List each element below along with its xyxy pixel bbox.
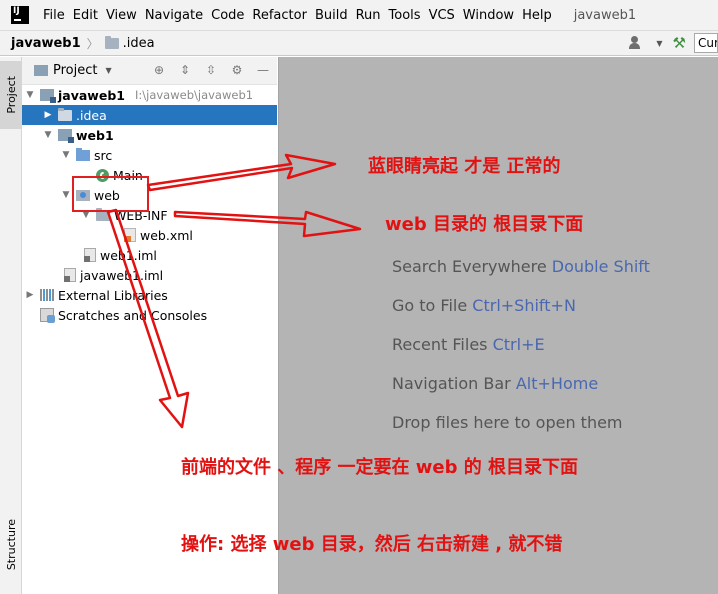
- project-view-icon: [34, 65, 48, 76]
- hint-drop-files: Drop files here to open them: [392, 413, 623, 432]
- editor-empty-area[interactable]: Search Everywhere Double Shift Go to Fil…: [278, 57, 718, 594]
- annotation-text-1: 蓝眼睛亮起 才是 正常的: [368, 156, 561, 177]
- tree-label: src: [94, 147, 113, 163]
- tree-label: web1.iml: [100, 247, 157, 263]
- menu-edit[interactable]: Edit: [73, 8, 98, 23]
- hint-shortcut: Ctrl+Shift+N: [472, 296, 576, 315]
- project-panel-header: Project ▼ ⊕ ⇕ ⇳ ⚙ —: [22, 57, 277, 85]
- left-tool-strip: Project Structure: [0, 57, 22, 594]
- project-view-label[interactable]: Project: [53, 63, 97, 78]
- menu-help[interactable]: Help: [522, 8, 552, 23]
- tree-label: Scratches and Consoles: [58, 307, 208, 323]
- tree-label: web.xml: [140, 227, 193, 243]
- folder-icon: [58, 107, 72, 121]
- chevron-down-icon[interactable]: ▼: [656, 39, 662, 48]
- tree-node-javaweb1[interactable]: ▼ javaweb1 I:\javaweb\javaweb1: [22, 85, 277, 105]
- hint-text: Search Everywhere: [392, 257, 547, 276]
- intellij-logo-icon: IJ: [11, 6, 29, 24]
- locate-icon[interactable]: ⊕: [151, 62, 167, 78]
- tree-node-web[interactable]: ▼ web: [22, 185, 277, 205]
- menu-build[interactable]: Build: [315, 8, 348, 23]
- project-panel: Project ▼ ⊕ ⇕ ⇳ ⚙ — ▼ javaweb1 I:\javawe…: [22, 57, 277, 594]
- tree-label: javaweb1.iml: [80, 267, 164, 283]
- menu-tools[interactable]: Tools: [389, 8, 421, 23]
- iml-file-icon: [84, 248, 96, 262]
- menu-file[interactable]: File: [43, 8, 65, 23]
- chevron-down-icon[interactable]: ▼: [105, 66, 111, 75]
- menu-window[interactable]: Window: [463, 8, 514, 23]
- library-icon: [40, 289, 54, 301]
- tree-label: javaweb1: [58, 87, 125, 103]
- menu-vcs[interactable]: VCS: [429, 8, 455, 23]
- tree-node-external-libraries[interactable]: ▶ External Libraries: [22, 285, 277, 305]
- tool-tab-structure[interactable]: Structure: [0, 507, 22, 583]
- tree-node-web1[interactable]: ▼ web1: [22, 125, 277, 145]
- folder-icon: [104, 35, 119, 49]
- tree-label: web1: [76, 127, 114, 143]
- panel-header-tools: ⊕ ⇕ ⇳ ⚙ —: [151, 62, 271, 78]
- tool-tab-project-label: Project: [4, 76, 18, 114]
- window-project-name: javaweb1: [573, 7, 637, 23]
- menu-navigate[interactable]: Navigate: [145, 8, 203, 23]
- annotation-highlight-box: [72, 176, 149, 212]
- source-folder-icon: [76, 147, 90, 161]
- expand-arrow-icon[interactable]: ▼: [60, 150, 72, 160]
- xml-file-icon: [124, 228, 136, 242]
- annotation-text-4: 操作: 选择 web 目录，然后 右击新建 , 就不错: [181, 534, 563, 555]
- hint-shortcut: Double Shift: [551, 257, 650, 276]
- tool-tab-project[interactable]: Project: [0, 61, 22, 129]
- menu-bar: IJ File Edit View Navigate Code Refactor…: [0, 0, 718, 30]
- tool-tab-structure-label: Structure: [4, 519, 18, 571]
- hint-shortcut: Alt+Home: [515, 374, 599, 393]
- hint-search-everywhere: Search Everywhere Double Shift: [392, 257, 650, 276]
- hint-go-to-file: Go to File Ctrl+Shift+N: [392, 296, 576, 315]
- collapse-arrow-icon[interactable]: ▶: [42, 110, 54, 120]
- hint-text: Go to File: [392, 296, 468, 315]
- hint-text: Drop files here to open them: [392, 413, 623, 432]
- tree-node-javaweb1-iml[interactable]: javaweb1.iml: [22, 265, 277, 285]
- gear-icon[interactable]: ⚙: [229, 62, 245, 78]
- menu-view[interactable]: View: [106, 8, 137, 23]
- annotation-text-2: web 目录的 根目录下面: [385, 214, 584, 235]
- tree-label: External Libraries: [58, 287, 168, 303]
- breadcrumb-idea[interactable]: .idea: [123, 36, 155, 51]
- menu-run[interactable]: Run: [356, 8, 381, 23]
- hint-text: Recent Files: [392, 335, 488, 354]
- tree-node-scratches[interactable]: Scratches and Consoles: [22, 305, 277, 325]
- iml-file-icon: [64, 268, 76, 282]
- menu-refactor[interactable]: Refactor: [252, 8, 307, 23]
- hint-text: Navigation Bar: [392, 374, 511, 393]
- module-folder-icon: [58, 129, 74, 143]
- user-icon[interactable]: [628, 34, 650, 52]
- build-hammer-icon[interactable]: ⚒: [673, 34, 686, 52]
- hint-recent-files: Recent Files Ctrl+E: [392, 335, 545, 354]
- expand-arrow-icon[interactable]: ▼: [60, 190, 72, 200]
- collapse-all-icon[interactable]: ⇳: [203, 62, 219, 78]
- tree-node-web1-iml[interactable]: web1.iml: [22, 245, 277, 265]
- tree-node-web-xml[interactable]: web.xml: [22, 225, 277, 245]
- tree-node-idea[interactable]: ▶ .idea: [22, 105, 277, 125]
- menu-code[interactable]: Code: [211, 8, 244, 23]
- scratches-icon: [40, 308, 55, 323]
- nav-toolbar: ▼ ⚒ Cur: [628, 33, 718, 53]
- annotation-text-3: 前端的文件 、程序 一定要在 web 的 根目录下面: [181, 457, 579, 478]
- navigation-bar: javaweb1 〉 .idea ▼ ⚒ Cur: [0, 30, 718, 56]
- expand-arrow-icon[interactable]: ▼: [24, 90, 36, 100]
- module-folder-icon: [40, 89, 56, 103]
- tree-node-web-inf[interactable]: ▼ WEB-INF: [22, 205, 277, 225]
- tree-path-hint: I:\javaweb\javaweb1: [134, 88, 254, 102]
- minimize-icon[interactable]: —: [255, 62, 271, 78]
- collapse-arrow-icon[interactable]: ▶: [24, 290, 36, 300]
- tree-label: .idea: [76, 107, 107, 123]
- chevron-right-icon: 〉: [86, 36, 99, 51]
- breadcrumb-root[interactable]: javaweb1: [11, 36, 81, 51]
- hint-shortcut: Ctrl+E: [492, 335, 545, 354]
- expand-arrow-icon[interactable]: ▼: [42, 130, 54, 140]
- expand-all-icon[interactable]: ⇕: [177, 62, 193, 78]
- tree-node-src[interactable]: ▼ src: [22, 145, 277, 165]
- tree-node-main[interactable]: Main: [22, 165, 277, 185]
- hint-navigation-bar: Navigation Bar Alt+Home: [392, 374, 598, 393]
- run-config-select[interactable]: Cur: [694, 33, 718, 53]
